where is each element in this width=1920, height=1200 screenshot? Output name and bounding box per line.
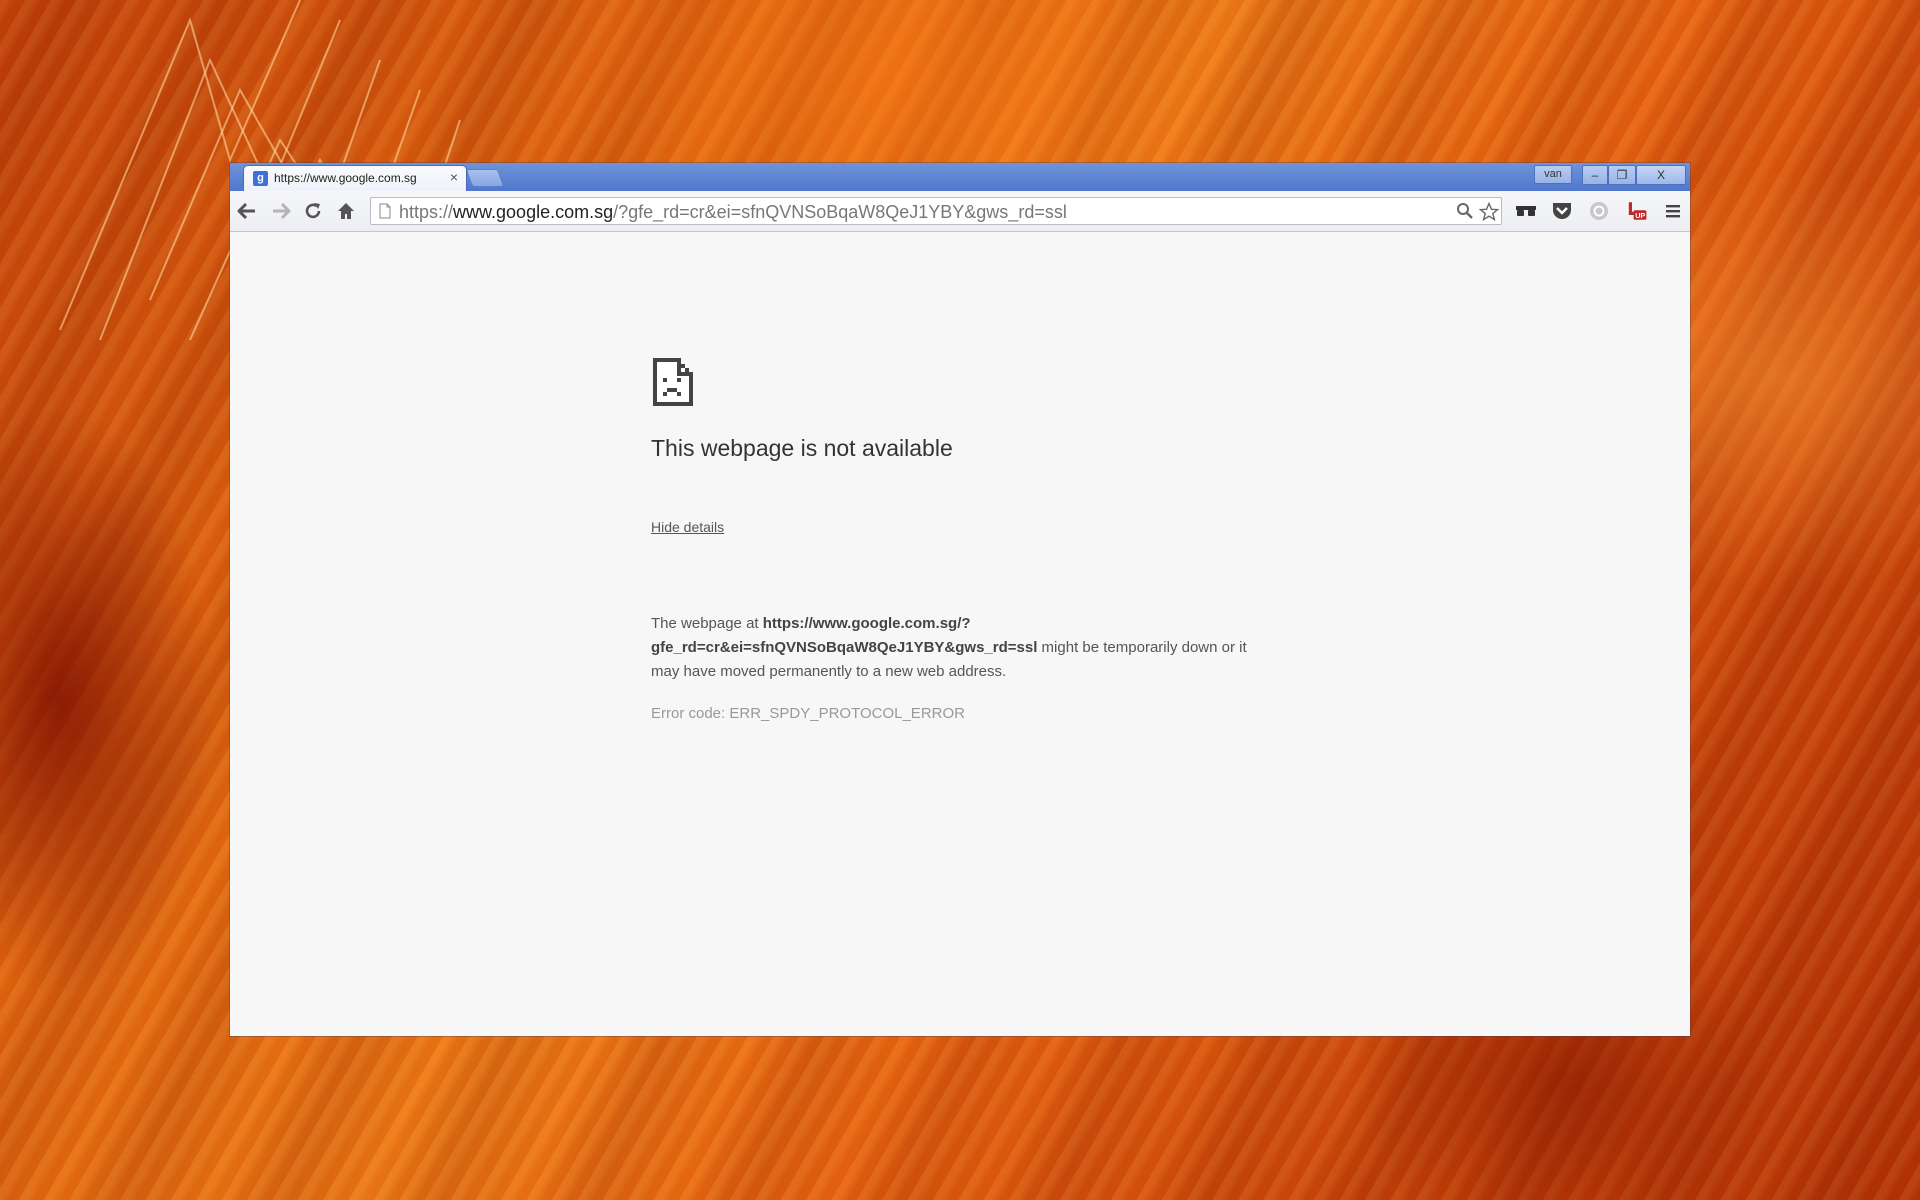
circle-extension-icon <box>1590 202 1608 220</box>
error-code: Error code: ERR_SPDY_PROTOCOL_ERROR <box>651 705 965 722</box>
title-bar: g https://www.google.com.sg × van – ❐ X <box>230 163 1690 191</box>
update-extension-icon: UP <box>1628 202 1647 220</box>
desc-url-line2: gfe_rd=cr&ei=sfnQVNSoBqaW8QeJ1YBY&gws_rd… <box>651 639 1038 656</box>
maximize-button[interactable]: ❐ <box>1608 165 1636 185</box>
hamburger-menu-icon <box>1666 205 1680 218</box>
forward-arrow-icon <box>273 202 291 220</box>
update-extension-button[interactable]: UP <box>1624 200 1648 222</box>
tab-active[interactable]: g https://www.google.com.sg × <box>244 166 466 191</box>
error-description: The webpage at https://www.google.com.sg… <box>651 612 1251 684</box>
pocket-icon <box>1553 203 1571 219</box>
reload-icon <box>305 203 321 219</box>
home-icon <box>338 203 354 219</box>
url-path: /?gfe_rd=cr&ei=sfnQVNSoBqaW8QeJ1YBY&gws_… <box>613 202 1067 222</box>
desc-url-line1: https://www.google.com.sg/? <box>762 615 971 632</box>
url-text[interactable]: https://www.google.com.sg/?gfe_rd=cr&ei=… <box>399 203 1067 221</box>
svg-text:UP: UP <box>1635 211 1645 220</box>
url-domain: www.google.com.sg <box>453 202 614 222</box>
address-bar[interactable]: https://www.google.com.sg/?gfe_rd=cr&ei=… <box>370 197 1502 225</box>
search-icon[interactable] <box>1456 202 1474 220</box>
bookmark-star-icon[interactable] <box>1479 202 1499 222</box>
google-favicon-icon: g <box>253 171 268 186</box>
minimize-button[interactable]: – <box>1582 165 1608 185</box>
page-content: This webpage is not available Hide detai… <box>230 232 1690 1036</box>
url-scheme: https:// <box>399 202 454 222</box>
back-arrow-icon <box>237 202 255 220</box>
back-button[interactable] <box>234 199 260 223</box>
reload-button[interactable] <box>300 199 326 223</box>
error-heading: This webpage is not available <box>651 435 953 461</box>
tab-title: https://www.google.com.sg <box>274 171 417 185</box>
menu-button[interactable] <box>1661 200 1685 222</box>
new-tab-button[interactable] <box>467 170 503 186</box>
browser-window: g https://www.google.com.sg × van – ❐ X <box>230 163 1690 1036</box>
tab-close-icon[interactable]: × <box>450 169 458 185</box>
glasses-icon <box>1516 206 1536 216</box>
page-icon <box>379 203 391 219</box>
close-button[interactable]: X <box>1636 165 1686 185</box>
disabled-extension-button[interactable] <box>1587 200 1611 222</box>
forward-button[interactable] <box>268 199 294 223</box>
profile-button[interactable]: van <box>1534 165 1572 184</box>
incognito-extension-button[interactable] <box>1514 200 1538 222</box>
hide-details-link[interactable]: Hide details <box>651 519 724 535</box>
sad-page-icon <box>653 358 693 406</box>
desc-prefix: The webpage at <box>651 615 763 632</box>
browser-toolbar: https://www.google.com.sg/?gfe_rd=cr&ei=… <box>230 191 1690 232</box>
home-button[interactable] <box>333 199 359 223</box>
pocket-extension-button[interactable] <box>1550 200 1574 222</box>
